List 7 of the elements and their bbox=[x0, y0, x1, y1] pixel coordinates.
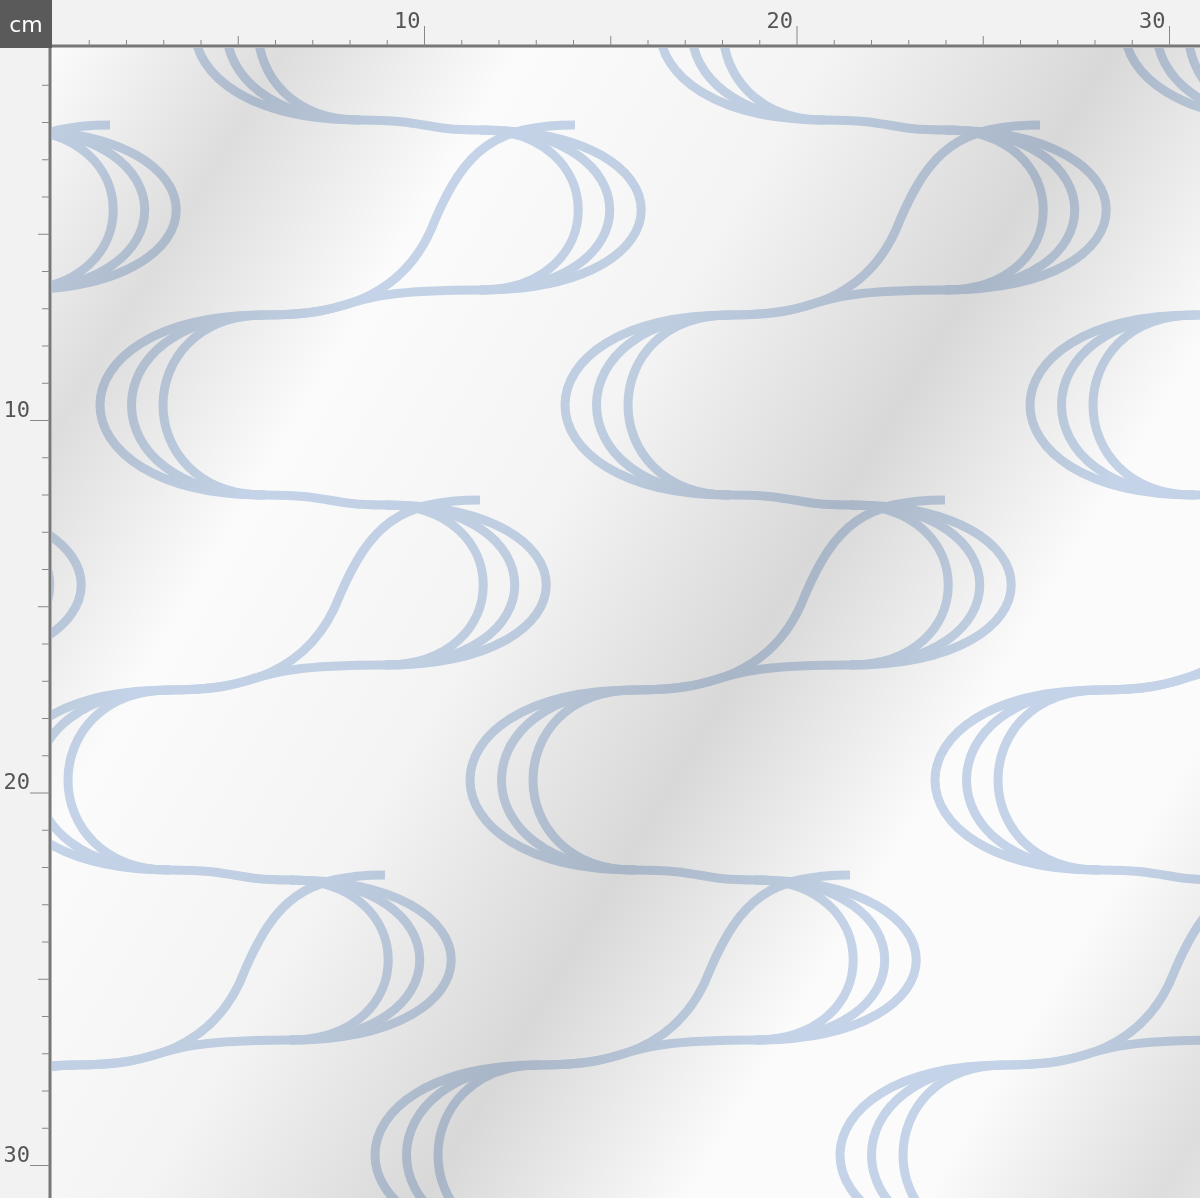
ruler-label: 20 bbox=[766, 8, 793, 33]
ruler-label: 10 bbox=[3, 396, 30, 422]
ruler-label: 10 bbox=[394, 8, 421, 33]
ruler-label: 30 bbox=[3, 1141, 30, 1167]
ruler-label: 30 bbox=[1139, 8, 1166, 33]
ruler-label: 20 bbox=[3, 769, 30, 794]
unit-label: cm bbox=[0, 0, 52, 48]
